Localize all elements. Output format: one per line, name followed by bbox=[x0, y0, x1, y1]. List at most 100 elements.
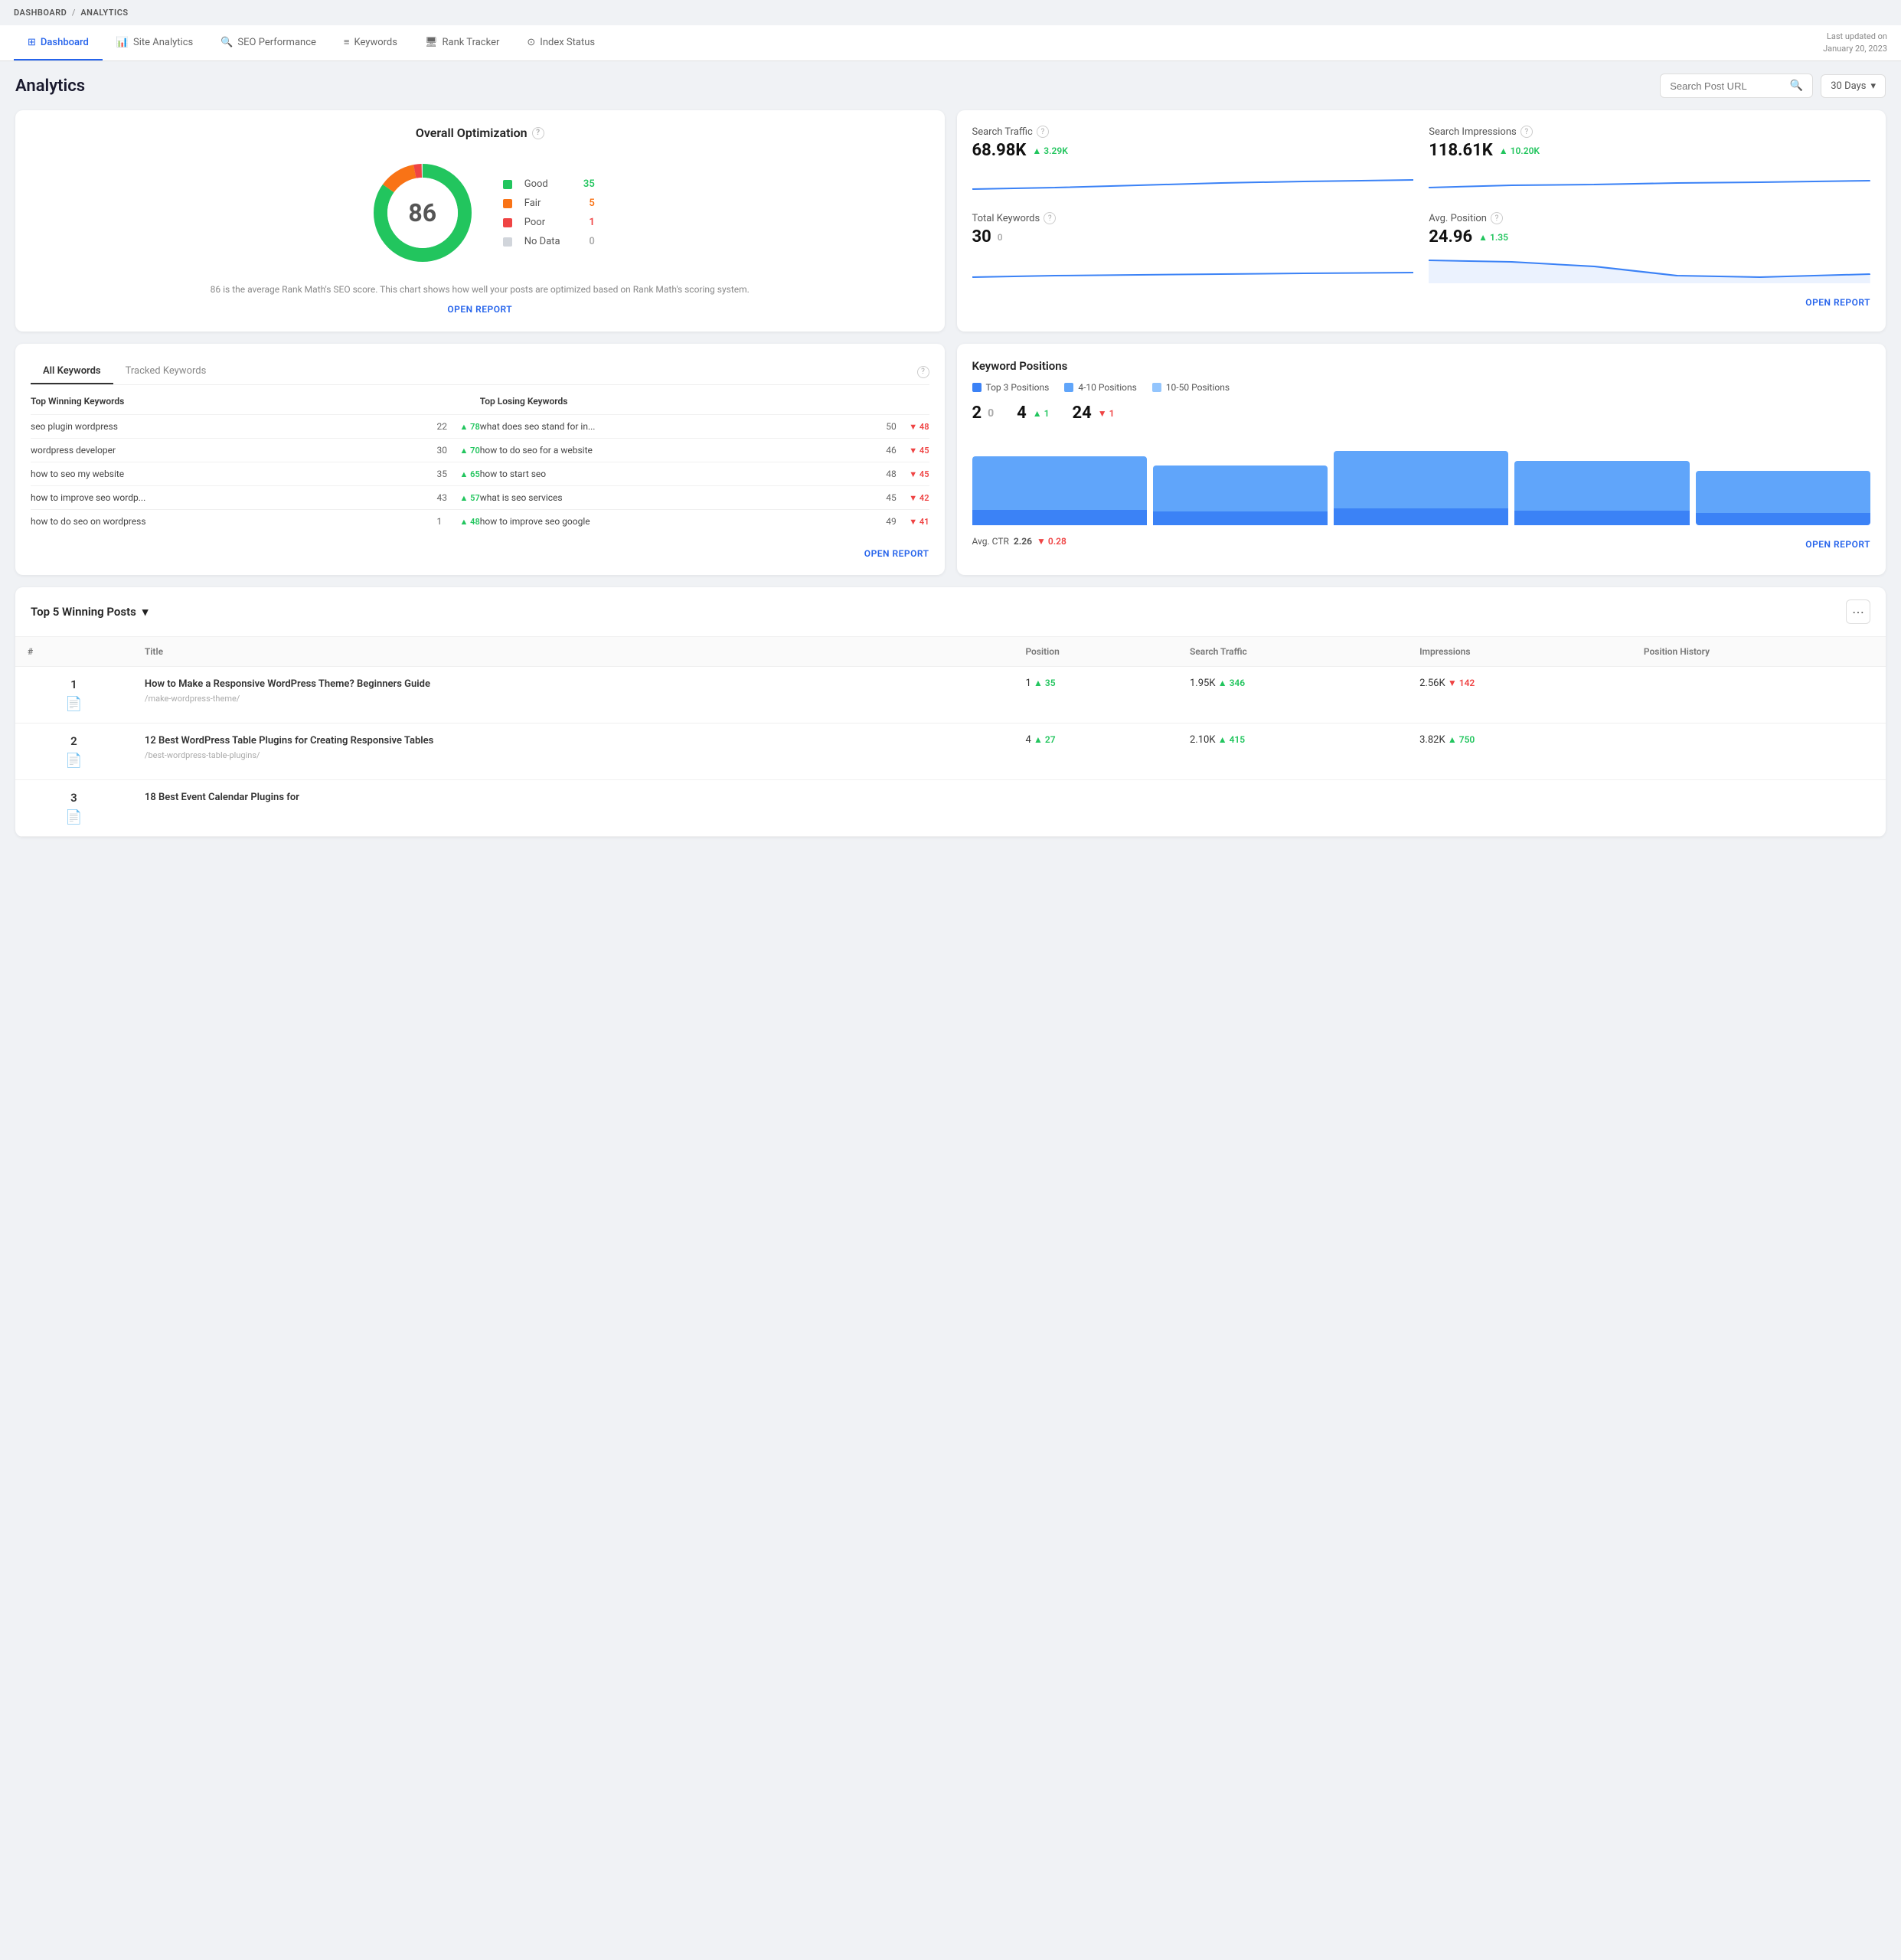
kw-row-4: how to improve seo wordp... 43 ▲ 57 what… bbox=[31, 485, 929, 509]
doc-icon-3: 📄 bbox=[65, 809, 82, 825]
post-pos-3 bbox=[1013, 780, 1178, 837]
opt-open-report[interactable]: OPEN REPORT bbox=[447, 302, 512, 316]
seo-icon: 🔍 bbox=[220, 37, 233, 48]
page-title: Analytics bbox=[15, 77, 85, 96]
search-stats-card: Search Traffic ? 68.98K ▲ 3.29K bbox=[957, 110, 1886, 332]
bar-col-3 bbox=[1334, 433, 1508, 525]
chevron-down-icon: ▾ bbox=[142, 605, 149, 619]
kw-headers: Top Winning Keywords Top Losing Keywords bbox=[31, 396, 929, 407]
tab-index-status[interactable]: ⊙ Index Status bbox=[513, 25, 609, 60]
legend-good: Good 35 bbox=[503, 178, 595, 190]
top-posts-card: Top 5 Winning Posts ▾ ⋯ # Title Position… bbox=[15, 587, 1886, 837]
post-title-cell-1: How to Make a Responsive WordPress Theme… bbox=[132, 667, 1014, 724]
traffic-chart bbox=[972, 166, 1414, 197]
bar-col-4 bbox=[1514, 433, 1689, 525]
optimization-legend: Good 35 Fair 5 Poor 1 N bbox=[503, 178, 595, 247]
post-history-3 bbox=[1632, 780, 1886, 837]
tab-dashboard[interactable]: ⊞ Dashboard bbox=[14, 25, 103, 60]
stats-grid: Search Traffic ? 68.98K ▲ 3.29K bbox=[972, 126, 1871, 283]
kw-tab-tracked[interactable]: Tracked Keywords bbox=[113, 359, 219, 384]
breadcrumb-current: ANALYTICS bbox=[80, 8, 128, 18]
legend-poor: Poor 1 bbox=[503, 217, 595, 228]
stat-avg-position: Avg. Position ? 24.96 ▲ 1.35 bbox=[1429, 212, 1870, 283]
question-icon[interactable]: ? bbox=[532, 127, 544, 139]
kp-legend-4to10: 4-10 Positions bbox=[1064, 382, 1136, 393]
posts-title[interactable]: Top 5 Winning Posts ▾ bbox=[31, 605, 148, 619]
tab-rank-tracker[interactable]: 🖥 Rank Tracker bbox=[411, 25, 513, 60]
chart-icon: 📊 bbox=[116, 37, 129, 48]
kw-footer: OPEN REPORT bbox=[31, 542, 929, 560]
kw-tabs: All Keywords Tracked Keywords ? bbox=[31, 359, 929, 385]
kw-row-3: how to seo my website 35 ▲ 65 how to sta… bbox=[31, 462, 929, 485]
kp-legend: Top 3 Positions 4-10 Positions 10-50 Pos… bbox=[972, 382, 1871, 393]
table-row: 2 📄 12 Best WordPress Table Plugins for … bbox=[15, 724, 1886, 780]
bar-col-1 bbox=[972, 433, 1147, 525]
search-input[interactable] bbox=[1670, 80, 1784, 92]
optimization-score: 86 bbox=[408, 198, 436, 227]
kp-legend-top3: Top 3 Positions bbox=[972, 382, 1050, 393]
dashboard-icon: ⊞ bbox=[28, 37, 36, 48]
4to10-dot bbox=[1064, 383, 1073, 392]
post-title-cell-3: 18 Best Event Calendar Plugins for bbox=[132, 780, 1014, 837]
stat-impressions: Search Impressions ? 118.61K ▲ 10.20K bbox=[1429, 126, 1870, 197]
avg-pos-info-icon[interactable]: ? bbox=[1491, 212, 1503, 224]
breadcrumb-parent[interactable]: DASHBOARD bbox=[14, 8, 67, 18]
stats-open-report[interactable]: OPEN REPORT bbox=[1805, 297, 1870, 308]
10to50-dot bbox=[1152, 383, 1161, 392]
kp-stat-4to10: 4 ▲ 1 bbox=[1017, 403, 1049, 423]
optimization-body: 86 Good 35 Fair 5 Poor bbox=[31, 155, 929, 270]
post-title-cell-2: 12 Best WordPress Table Plugins for Crea… bbox=[132, 724, 1014, 780]
kw-row-2: wordpress developer 30 ▲ 70 how to do se… bbox=[31, 438, 929, 462]
post-pos-2: 4 ▲ 27 bbox=[1013, 724, 1178, 780]
tab-bar: ⊞ Dashboard 📊 Site Analytics 🔍 SEO Perfo… bbox=[0, 25, 1901, 61]
kp-legend-10to50: 10-50 Positions bbox=[1152, 382, 1230, 393]
post-num-3: 3 📄 bbox=[28, 791, 120, 825]
col-impressions: Impressions bbox=[1407, 637, 1632, 667]
tab-site-analytics[interactable]: 📊 Site Analytics bbox=[103, 25, 207, 60]
kp-stats: 2 0 4 ▲ 1 24 ▼ 1 bbox=[972, 403, 1871, 423]
legend-fair: Fair 5 bbox=[503, 198, 595, 209]
kw-open-report[interactable]: OPEN REPORT bbox=[864, 548, 929, 559]
kw-info-icon[interactable]: ? bbox=[917, 366, 929, 378]
bar-chart bbox=[972, 433, 1871, 525]
keywords-icon: ≡ bbox=[344, 36, 350, 48]
impressions-info-icon[interactable]: ? bbox=[1520, 126, 1533, 138]
middle-row: All Keywords Tracked Keywords ? Top Winn… bbox=[15, 344, 1886, 575]
post-traffic-1: 1.95K ▲ 346 bbox=[1178, 667, 1407, 724]
avg-pos-chart bbox=[1429, 253, 1870, 283]
index-icon: ⊙ bbox=[527, 37, 535, 48]
posts-menu-button[interactable]: ⋯ bbox=[1846, 599, 1870, 624]
tab-keywords[interactable]: ≡ Keywords bbox=[330, 25, 411, 60]
header-controls: 🔍 30 Days ▾ bbox=[1660, 74, 1886, 98]
kp-stat-top3: 2 0 bbox=[972, 403, 995, 423]
table-row: 3 📄 18 Best Event Calendar Plugins for bbox=[15, 780, 1886, 837]
chevron-down-icon: ▾ bbox=[1870, 80, 1876, 92]
fair-dot bbox=[503, 199, 512, 208]
kp-footer: Avg. CTR 2.26 ▼ 0.28 OPEN REPORT bbox=[972, 533, 1871, 550]
last-updated: Last updated on January 20, 2023 bbox=[1823, 31, 1887, 56]
tab-seo-performance[interactable]: 🔍 SEO Performance bbox=[207, 25, 330, 60]
poor-dot bbox=[503, 218, 512, 227]
doc-icon-2: 📄 bbox=[65, 753, 82, 769]
kp-title: Keyword Positions bbox=[972, 359, 1871, 373]
kp-open-report[interactable]: OPEN REPORT bbox=[1805, 539, 1870, 550]
col-position: Position bbox=[1013, 637, 1178, 667]
impressions-chart bbox=[1429, 166, 1870, 197]
traffic-info-icon[interactable]: ? bbox=[1037, 126, 1049, 138]
bar-col-5 bbox=[1696, 433, 1870, 525]
col-num: # bbox=[15, 637, 132, 667]
post-num-2: 2 📄 bbox=[28, 734, 120, 769]
keywords-card: All Keywords Tracked Keywords ? Top Winn… bbox=[15, 344, 945, 575]
kw-tab-all[interactable]: All Keywords bbox=[31, 359, 113, 384]
nodata-dot bbox=[503, 237, 512, 247]
good-dot bbox=[503, 180, 512, 189]
keywords-info-icon[interactable]: ? bbox=[1044, 212, 1056, 224]
days-filter[interactable]: 30 Days ▾ bbox=[1821, 74, 1886, 98]
donut-chart: 86 bbox=[365, 155, 480, 270]
search-icon: 🔍 bbox=[1790, 80, 1803, 92]
top3-dot bbox=[972, 383, 982, 392]
search-box[interactable]: 🔍 bbox=[1660, 74, 1813, 98]
table-row: 1 📄 How to Make a Responsive WordPress T… bbox=[15, 667, 1886, 724]
kw-row-5: how to do seo on wordpress 1 ▲ 48 how to… bbox=[31, 509, 929, 533]
post-imp-1: 2.56K ▼ 142 bbox=[1407, 667, 1632, 724]
